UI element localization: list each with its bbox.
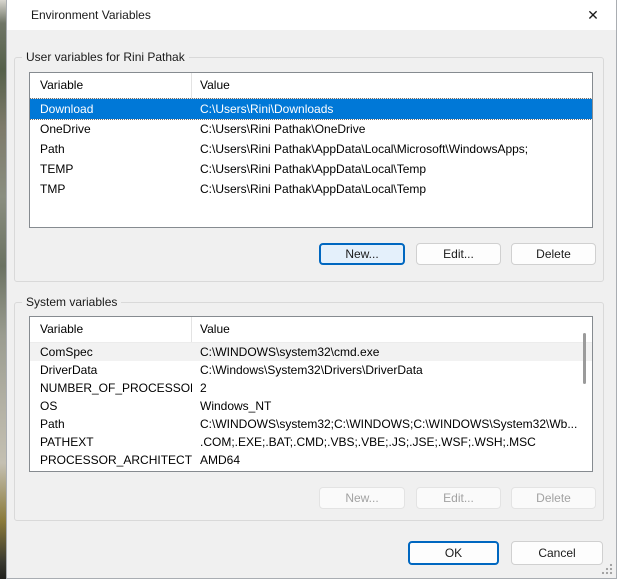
value-cell: C:\Users\Rini\Downloads	[192, 99, 592, 119]
system-variables-group-label: System variables	[22, 295, 121, 310]
value-cell: C:\Users\Rini Pathak\AppData\Local\Micro…	[192, 139, 592, 159]
table-row-number-of-processors[interactable]: NUMBER_OF_PROCESSORS 2	[30, 379, 592, 397]
ok-button-label: OK	[445, 546, 462, 560]
system-table-header: Variable Value	[30, 317, 592, 343]
scrollbar-thumb[interactable]	[583, 333, 586, 384]
variable-cell: PATHEXT	[30, 433, 192, 451]
variable-cell: Download	[30, 99, 192, 119]
user-edit-button[interactable]: Edit...	[416, 243, 501, 265]
table-row-temp[interactable]: TEMP C:\Users\Rini Pathak\AppData\Local\…	[30, 159, 592, 179]
resize-grip-icon[interactable]	[601, 563, 613, 575]
table-row-onedrive[interactable]: OneDrive C:\Users\Rini Pathak\OneDrive	[30, 119, 592, 139]
user-variables-table[interactable]: Variable Value Download C:\Users\Rini\Do…	[29, 72, 593, 228]
environment-variables-dialog: Environment Variables ✕ User variables f…	[6, 0, 617, 579]
user-edit-button-label: Edit...	[443, 247, 474, 261]
table-row-driverdata[interactable]: DriverData C:\Windows\System32\Drivers\D…	[30, 361, 592, 379]
variable-cell: ComSpec	[30, 343, 192, 361]
value-cell: AMD64	[192, 451, 592, 469]
table-row-tmp[interactable]: TMP C:\Users\Rini Pathak\AppData\Local\T…	[30, 179, 592, 199]
system-new-button[interactable]: New...	[319, 487, 405, 509]
user-delete-button-label: Delete	[536, 247, 571, 261]
screen: Environment Variables ✕ User variables f…	[0, 0, 617, 579]
system-variables-table[interactable]: Variable Value ComSpec C:\WINDOWS\system…	[29, 316, 593, 472]
variable-cell: TEMP	[30, 159, 192, 179]
value-cell: C:\Windows\System32\Drivers\DriverData	[192, 361, 592, 379]
variable-cell: NUMBER_OF_PROCESSORS	[30, 379, 192, 397]
table-row-pathext[interactable]: PATHEXT .COM;.EXE;.BAT;.CMD;.VBS;.VBE;.J…	[30, 433, 592, 451]
cancel-button-label: Cancel	[538, 546, 575, 560]
value-cell: C:\WINDOWS\system32;C:\WINDOWS;C:\WINDOW…	[192, 415, 592, 433]
system-delete-button-label: Delete	[536, 491, 571, 505]
value-cell: 2	[192, 379, 592, 397]
column-header-variable[interactable]: Variable	[30, 73, 192, 98]
table-row-path-system[interactable]: Path C:\WINDOWS\system32;C:\WINDOWS;C:\W…	[30, 415, 592, 433]
user-delete-button[interactable]: Delete	[511, 243, 596, 265]
user-new-button-label: New...	[345, 247, 378, 261]
variable-cell: TMP	[30, 179, 192, 199]
system-edit-button-label: Edit...	[443, 491, 474, 505]
table-row-os[interactable]: OS Windows_NT	[30, 397, 592, 415]
user-table-header: Variable Value	[30, 73, 592, 99]
variable-cell: Path	[30, 415, 192, 433]
user-variables-group-label: User variables for Rini Pathak	[22, 50, 189, 65]
system-delete-button[interactable]: Delete	[511, 487, 596, 509]
value-cell: C:\WINDOWS\system32\cmd.exe	[192, 343, 592, 361]
user-new-button[interactable]: New...	[319, 243, 405, 265]
value-cell: C:\Users\Rini Pathak\OneDrive	[192, 119, 592, 139]
table-row-comspec[interactable]: ComSpec C:\WINDOWS\system32\cmd.exe	[30, 343, 592, 361]
value-cell: Windows_NT	[192, 397, 592, 415]
table-row-processor-architecture[interactable]: PROCESSOR_ARCHITECTURE AMD64	[30, 451, 592, 469]
close-icon: ✕	[587, 7, 599, 24]
value-cell: .COM;.EXE;.BAT;.CMD;.VBS;.VBE;.JS;.JSE;.…	[192, 433, 592, 451]
variable-cell: DriverData	[30, 361, 192, 379]
value-cell: C:\Users\Rini Pathak\AppData\Local\Temp	[192, 159, 592, 179]
variable-cell: OneDrive	[30, 119, 192, 139]
cancel-button[interactable]: Cancel	[511, 541, 603, 565]
titlebar[interactable]: Environment Variables ✕	[7, 0, 616, 30]
variable-cell: Path	[30, 139, 192, 159]
column-header-value[interactable]: Value	[192, 317, 592, 342]
system-new-button-label: New...	[345, 491, 378, 505]
table-row-path[interactable]: Path C:\Users\Rini Pathak\AppData\Local\…	[30, 139, 592, 159]
variable-cell: PROCESSOR_ARCHITECTURE	[30, 451, 192, 469]
column-header-variable[interactable]: Variable	[30, 317, 192, 342]
variable-cell: OS	[30, 397, 192, 415]
value-cell: C:\Users\Rini Pathak\AppData\Local\Temp	[192, 179, 592, 199]
column-header-value[interactable]: Value	[192, 73, 592, 98]
close-button[interactable]: ✕	[570, 0, 616, 30]
table-row-download[interactable]: Download C:\Users\Rini\Downloads	[30, 99, 592, 119]
ok-button[interactable]: OK	[408, 541, 499, 565]
window-title: Environment Variables	[31, 0, 151, 30]
system-edit-button[interactable]: Edit...	[416, 487, 501, 509]
